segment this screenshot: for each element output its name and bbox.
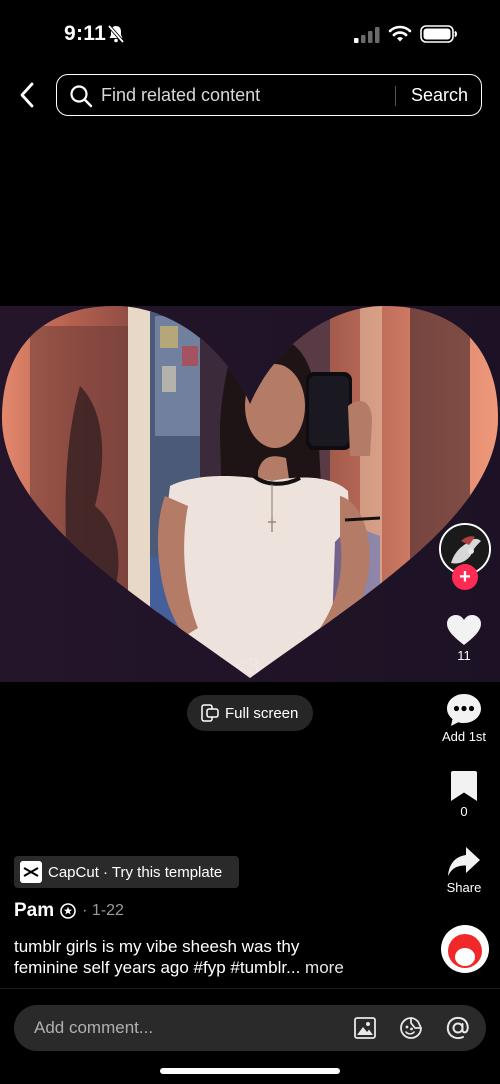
search-input[interactable]: Find related content [101,85,260,106]
music-disc[interactable] [441,925,489,973]
capcut-template-link[interactable]: CapCut · Try this template [14,856,239,888]
heart-icon [447,615,481,645]
author-name[interactable]: Pam [14,900,54,922]
video-overlay-text: <3 [234,654,260,680]
search-button[interactable]: Search [411,85,468,106]
description-line-2-text: feminine self years ago #fyp #tumblr... [14,958,301,977]
author-row: Pam · 1-22 [14,900,124,922]
emoji-icon[interactable] [399,1016,423,1040]
wifi-icon [388,25,412,42]
back-button[interactable] [12,78,42,112]
description-line-1: tumblr girls is my vibe sheesh was thy [14,937,300,956]
music-disc-icon [442,926,488,972]
more-link[interactable]: more [305,958,344,977]
fullscreen-label: Full screen [225,704,299,722]
share-label: Share [446,880,482,895]
battery-icon [420,25,457,43]
search-divider [395,86,396,106]
status-time: 9:11 [64,22,107,45]
badge-icon [60,903,76,919]
image-icon[interactable] [353,1016,377,1040]
like-button[interactable]: 11 [434,614,494,663]
bell-slash-icon [107,24,125,44]
fullscreen-button[interactable]: Full screen [187,695,313,731]
heart-frame-photo [0,306,500,682]
video-player[interactable]: <3 [0,306,500,682]
template-label: CapCut · Try this template [48,863,223,881]
mention-icon[interactable] [445,1015,471,1041]
favorite-button[interactable]: 0 [434,770,494,819]
bookmark-icon [451,771,477,801]
chevron-left-icon [20,82,34,108]
comment-input[interactable]: Add comment... [34,1018,153,1038]
cellular-signal-icon [354,27,380,43]
comment-bubble-icon [447,694,481,726]
description-line-2: feminine self years ago #fyp #tumblr... … [14,957,414,978]
like-count: 11 [457,648,471,663]
divider [0,988,500,989]
follow-button[interactable]: + [452,564,478,590]
comment-label: Add 1st [441,729,487,744]
fullscreen-icon [201,704,219,722]
post-description: tumblr girls is my vibe sheesh was thy f… [14,936,414,978]
search-bar[interactable]: Find related content Search [56,74,482,116]
capcut-icon [20,861,42,883]
home-indicator[interactable] [160,1068,340,1074]
status-bar: 9:11 [0,0,500,66]
favorite-count: 0 [460,804,468,819]
share-arrow-icon [448,847,480,876]
search-icon [70,85,93,108]
post-date: · 1-22 [82,902,124,919]
share-button[interactable]: Share [434,846,494,895]
comment-button[interactable]: Add 1st [434,693,494,744]
comment-bar[interactable]: Add comment... [14,1005,486,1051]
